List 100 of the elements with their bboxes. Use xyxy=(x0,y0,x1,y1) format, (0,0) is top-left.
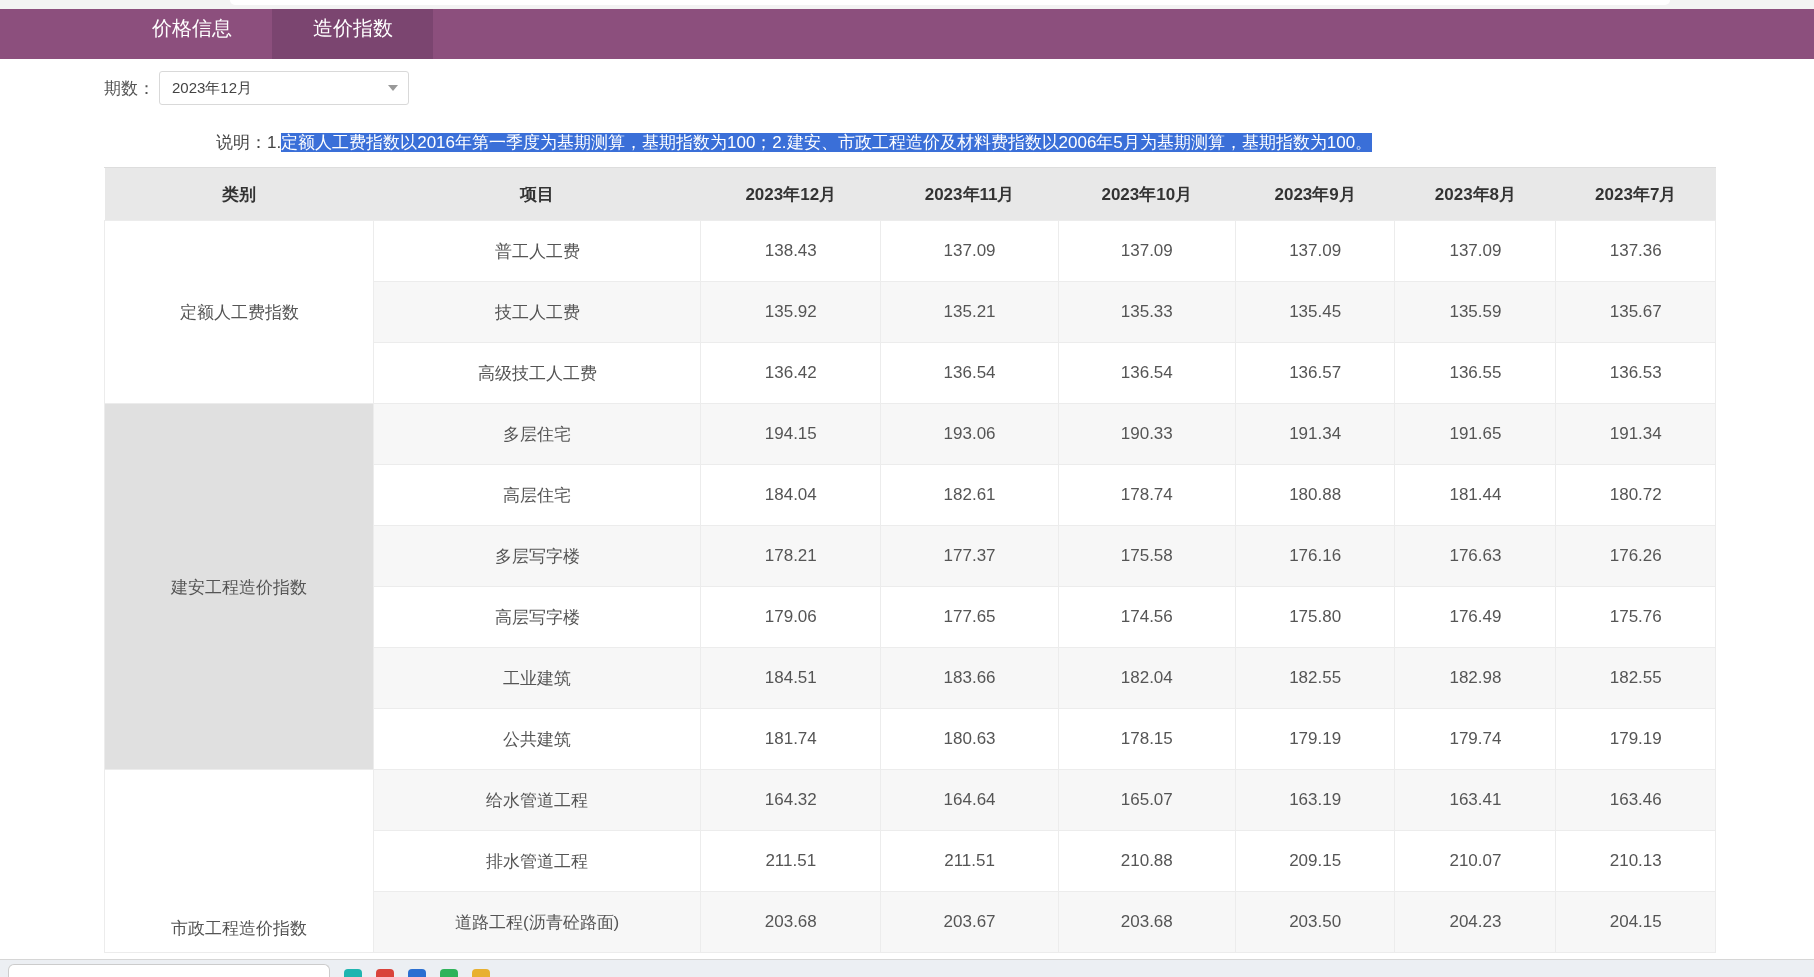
column-header: 2023年11月 xyxy=(881,168,1059,221)
value-cell: 178.15 xyxy=(1058,708,1236,770)
value-cell: 137.36 xyxy=(1555,220,1716,282)
item-cell: 多层住宅 xyxy=(373,403,701,465)
value-cell: 177.37 xyxy=(881,525,1059,587)
value-cell: 210.07 xyxy=(1394,830,1556,892)
column-header: 2023年10月 xyxy=(1058,168,1236,221)
value-cell: 178.74 xyxy=(1058,464,1236,526)
category-cell: 定额人工费指数 xyxy=(104,220,374,404)
value-cell: 182.98 xyxy=(1394,647,1556,709)
value-cell: 184.04 xyxy=(700,464,881,526)
value-cell: 179.19 xyxy=(1555,708,1716,770)
value-cell: 178.21 xyxy=(700,525,881,587)
column-header: 2023年7月 xyxy=(1555,168,1716,221)
value-cell: 181.74 xyxy=(700,708,881,770)
value-cell: 163.41 xyxy=(1394,769,1556,831)
value-cell: 182.55 xyxy=(1555,647,1716,709)
nav-tab[interactable]: 造价指数 xyxy=(272,9,433,59)
item-cell: 普工人工费 xyxy=(373,220,701,282)
value-cell: 204.15 xyxy=(1555,891,1716,953)
item-cell: 高级技工人工费 xyxy=(373,342,701,404)
value-cell: 191.34 xyxy=(1235,403,1395,465)
value-cell: 135.59 xyxy=(1394,281,1556,343)
value-cell: 175.80 xyxy=(1235,586,1395,648)
value-cell: 135.33 xyxy=(1058,281,1236,343)
value-cell: 203.68 xyxy=(700,891,881,953)
value-cell: 175.58 xyxy=(1058,525,1236,587)
value-cell: 136.53 xyxy=(1555,342,1716,404)
value-cell: 136.57 xyxy=(1235,342,1395,404)
value-cell: 135.21 xyxy=(881,281,1059,343)
value-cell: 163.19 xyxy=(1235,769,1395,831)
value-cell: 136.54 xyxy=(1058,342,1236,404)
nav-tab[interactable]: 价格信息 xyxy=(111,9,272,59)
value-cell: 175.76 xyxy=(1555,586,1716,648)
value-cell: 163.46 xyxy=(1555,769,1716,831)
value-cell: 194.15 xyxy=(700,403,881,465)
caret-icon xyxy=(388,85,398,91)
column-header: 2023年9月 xyxy=(1235,168,1395,221)
value-cell: 136.54 xyxy=(881,342,1059,404)
column-header: 2023年8月 xyxy=(1394,168,1556,221)
value-cell: 176.49 xyxy=(1394,586,1556,648)
value-cell: 137.09 xyxy=(1394,220,1556,282)
column-header: 类别 xyxy=(104,168,374,221)
item-cell: 道路工程(沥青砼路面) xyxy=(373,891,701,953)
period-select[interactable]: 2023年12月 xyxy=(159,71,409,105)
value-cell: 176.16 xyxy=(1235,525,1395,587)
taskbar-app-icon[interactable] xyxy=(408,969,426,977)
taskbar-app-icon[interactable] xyxy=(344,969,362,977)
value-cell: 184.51 xyxy=(700,647,881,709)
period-label: 期数： xyxy=(104,77,155,100)
value-cell: 176.63 xyxy=(1394,525,1556,587)
value-cell: 180.63 xyxy=(881,708,1059,770)
value-cell: 182.04 xyxy=(1058,647,1236,709)
item-cell: 给水管道工程 xyxy=(373,769,701,831)
taskbar-app-icon[interactable] xyxy=(376,969,394,977)
value-cell: 135.45 xyxy=(1235,281,1395,343)
column-header: 项目 xyxy=(373,168,701,221)
value-cell: 135.67 xyxy=(1555,281,1716,343)
taskbar-app-icon[interactable] xyxy=(472,969,490,977)
value-cell: 179.74 xyxy=(1394,708,1556,770)
value-cell: 203.50 xyxy=(1235,891,1395,953)
value-cell: 182.61 xyxy=(881,464,1059,526)
value-cell: 136.42 xyxy=(700,342,881,404)
value-cell: 137.09 xyxy=(1058,220,1236,282)
value-cell: 209.15 xyxy=(1235,830,1395,892)
value-cell: 190.33 xyxy=(1058,403,1236,465)
value-cell: 174.56 xyxy=(1058,586,1236,648)
item-cell: 高层写字楼 xyxy=(373,586,701,648)
value-cell: 164.32 xyxy=(700,769,881,831)
item-cell: 工业建筑 xyxy=(373,647,701,709)
item-cell: 高层住宅 xyxy=(373,464,701,526)
value-cell: 210.13 xyxy=(1555,830,1716,892)
value-cell: 211.51 xyxy=(700,830,881,892)
value-cell: 203.67 xyxy=(881,891,1059,953)
value-cell: 165.07 xyxy=(1058,769,1236,831)
note-text: 说明：1.定额人工费指数以2016年第一季度为基期测算，基期指数为100；2.建安、市政工程造价及材料费指数以2006年5月为基期测算，基期指数为100。 xyxy=(216,131,1373,154)
value-cell: 193.06 xyxy=(881,403,1059,465)
value-cell: 137.09 xyxy=(881,220,1059,282)
item-cell: 多层写字楼 xyxy=(373,525,701,587)
value-cell: 176.26 xyxy=(1555,525,1716,587)
value-cell: 180.88 xyxy=(1235,464,1395,526)
value-cell: 183.66 xyxy=(881,647,1059,709)
category-cell: 市政工程造价指数 xyxy=(104,769,374,953)
value-cell: 211.51 xyxy=(881,830,1059,892)
value-cell: 182.55 xyxy=(1235,647,1395,709)
category-cell: 建安工程造价指数 xyxy=(104,403,374,770)
value-cell: 164.64 xyxy=(881,769,1059,831)
value-cell: 135.92 xyxy=(700,281,881,343)
value-cell: 204.23 xyxy=(1394,891,1556,953)
value-cell: 136.55 xyxy=(1394,342,1556,404)
item-cell: 公共建筑 xyxy=(373,708,701,770)
item-cell: 技工人工费 xyxy=(373,281,701,343)
value-cell: 181.44 xyxy=(1394,464,1556,526)
value-cell: 191.65 xyxy=(1394,403,1556,465)
value-cell: 203.68 xyxy=(1058,891,1236,953)
value-cell: 180.72 xyxy=(1555,464,1716,526)
value-cell: 191.34 xyxy=(1555,403,1716,465)
taskbar-app-icon[interactable] xyxy=(440,969,458,977)
value-cell: 179.06 xyxy=(700,586,881,648)
value-cell: 137.09 xyxy=(1235,220,1395,282)
